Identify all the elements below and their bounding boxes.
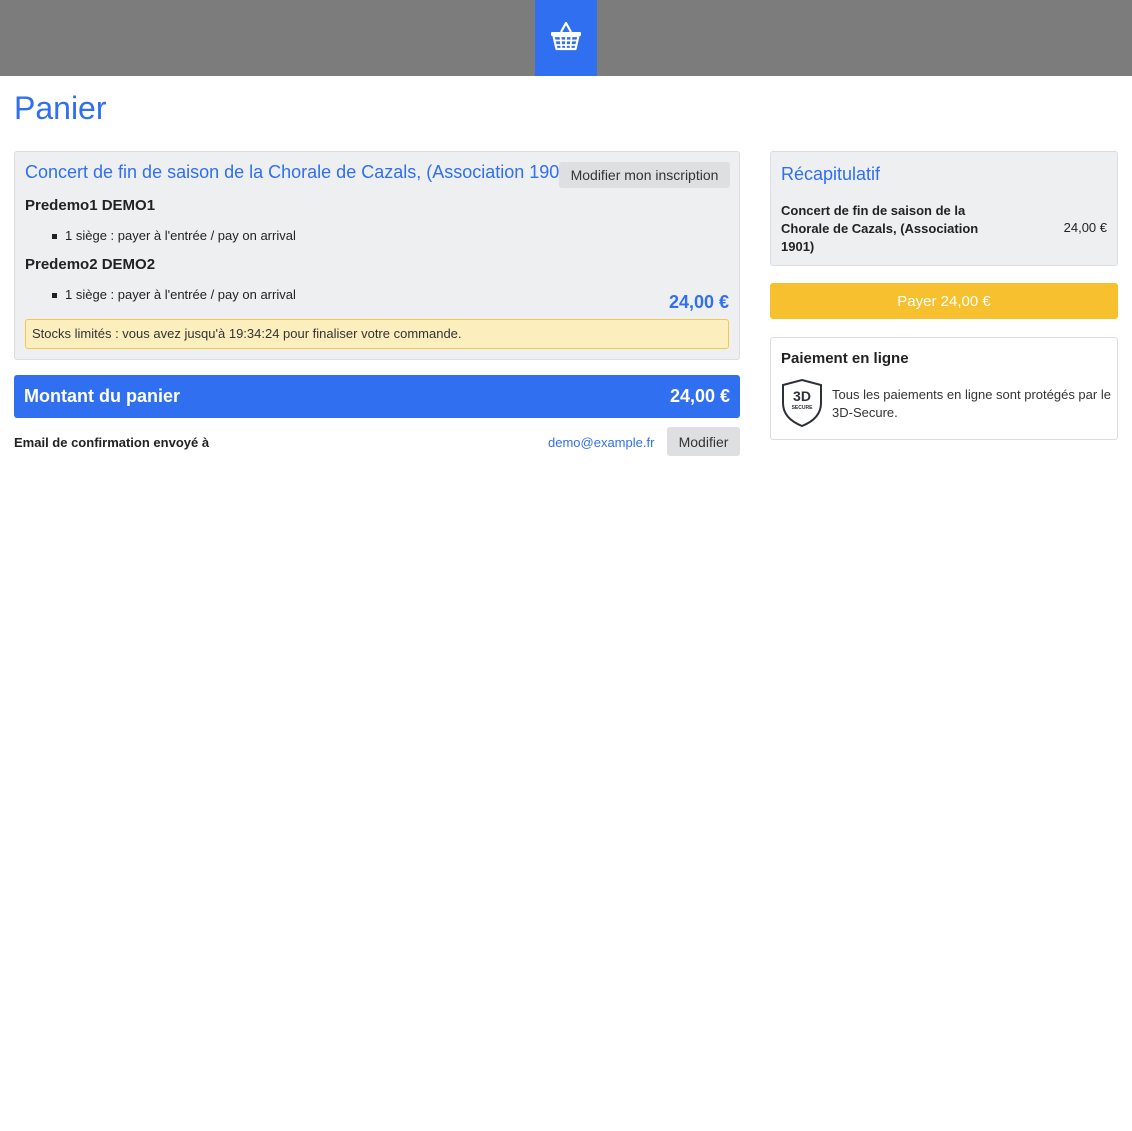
3d-secure-shield-icon: 3D SECURE: [781, 378, 823, 428]
online-payment-text: Tous les paiements en ligne sont protégé…: [832, 387, 1111, 420]
shield-badge-text: 3D: [793, 388, 811, 404]
seat-line: 1 siège : payer à l'entrée / pay on arri…: [52, 287, 296, 302]
attendee-name: Predemo2 DEMO2: [25, 256, 156, 273]
online-payment-title: Paiement en ligne: [781, 350, 909, 367]
summary-item-price: 24,00 €: [1063, 220, 1107, 235]
stock-warning: Stocks limités : vous avez jusqu'à 19:34…: [25, 319, 729, 349]
shopping-basket-icon: [550, 21, 582, 56]
basket-total-bar: Montant du panier 24,00 €: [14, 375, 740, 418]
summary-panel: Récapitulatif Concert de fin de saison d…: [770, 151, 1118, 266]
cart-event-card: Concert de fin de saison de la Chorale d…: [14, 151, 740, 360]
cart-tab[interactable]: [535, 0, 597, 76]
attendee-name: Predemo1 DEMO1: [25, 197, 156, 214]
top-navigation-bar: [0, 0, 1132, 76]
online-payment-panel: Paiement en ligne 3D SECURE Tous les pai…: [770, 337, 1118, 440]
seat-line: 1 siège : payer à l'entrée / pay on arri…: [52, 228, 296, 243]
event-total-price: 24,00 €: [668, 292, 729, 312]
shield-badge-subtext: SECURE: [792, 405, 814, 411]
summary-title: Récapitulatif: [781, 164, 881, 184]
email-confirmation-address[interactable]: demo@example.fr: [548, 435, 654, 450]
event-title: Concert de fin de saison de la Chorale d…: [25, 162, 576, 182]
modify-registration-button[interactable]: Modifier mon inscription: [559, 162, 730, 188]
pay-button[interactable]: Payer 24,00 €: [770, 283, 1118, 319]
basket-total-amount: 24,00 €: [669, 386, 730, 406]
email-confirmation-label: Email de confirmation envoyé à: [14, 435, 210, 450]
modify-email-button[interactable]: Modifier: [667, 427, 740, 456]
summary-item-label: Concert de fin de saison de la Chorale d…: [781, 203, 979, 254]
page-title: Panier: [14, 90, 107, 126]
basket-total-label: Montant du panier: [24, 386, 180, 406]
